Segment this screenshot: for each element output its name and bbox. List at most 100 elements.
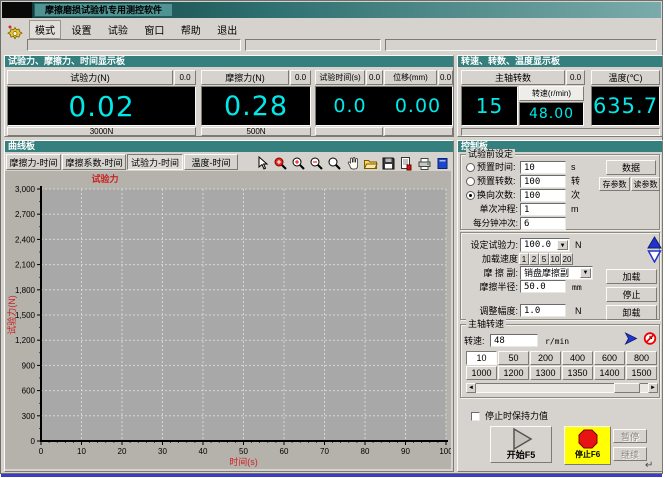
scrollbar-right-button[interactable]: ► — [648, 383, 658, 393]
svg-text:40: 40 — [199, 447, 208, 456]
stroke-input[interactable]: 1 — [520, 203, 566, 216]
load-speed-label: 加载速度 — [470, 254, 518, 265]
menu-item-exit[interactable]: 退出 — [211, 20, 243, 39]
scrollbar-thumb[interactable] — [614, 383, 640, 393]
test-time-label-button[interactable]: 试验时间(s) — [315, 70, 365, 85]
speed-preset-50[interactable]: 50 — [498, 351, 529, 365]
strokes-per-min-input[interactable]: 6 — [520, 217, 566, 230]
test-force-label-button[interactable]: 试验力(N) — [7, 70, 173, 85]
tab-friction-time[interactable]: 摩擦力-时间 — [6, 154, 61, 170]
force-up-button[interactable] — [647, 236, 662, 249]
friction-radius-label: 摩擦半径: — [461, 282, 518, 293]
zoom-in-icon[interactable] — [290, 155, 306, 171]
start-button[interactable]: 开始F5 — [490, 426, 552, 463]
test-force-zero-button[interactable]: 0.0 — [174, 70, 196, 85]
preset-revs-input[interactable]: 100 — [520, 175, 566, 188]
pan-icon[interactable] — [344, 155, 360, 171]
friction-pair-combo[interactable]: 销盘摩擦副 ▼ — [520, 266, 593, 280]
menu-item-mode[interactable]: 模式 — [29, 20, 61, 39]
test-time-footer — [315, 127, 383, 136]
titlebar-left-block — [2, 2, 32, 18]
loading-stop-button[interactable]: 停止 — [606, 287, 657, 302]
set-force-dropdown-icon[interactable]: ▼ — [557, 240, 568, 250]
friction-force-label-button[interactable]: 摩擦力(N) — [201, 70, 289, 85]
speed-preset-10[interactable]: 10 — [466, 351, 497, 365]
speed-preset-600[interactable]: 600 — [594, 351, 625, 365]
load-speed-option-20[interactable]: 20 — [561, 253, 573, 265]
spindle-revs-label-button[interactable]: 主轴转数 — [461, 70, 565, 85]
app-icon[interactable] — [5, 23, 25, 43]
zoom-out-icon[interactable] — [308, 155, 324, 171]
speed-preset-1350[interactable]: 1350 — [562, 366, 593, 380]
set-force-unit: N — [575, 240, 582, 251]
stop-f6-button[interactable]: 停止F6 — [564, 426, 611, 465]
reverse-count-radio[interactable] — [466, 191, 475, 200]
menu-item-test[interactable]: 试验 — [102, 20, 134, 39]
load-speed-option-1[interactable]: 1 — [519, 253, 529, 265]
continue-button[interactable]: 继续 — [613, 447, 647, 461]
load-speed-option-2[interactable]: 2 — [529, 253, 539, 265]
spindle-legend: 主轴转速 — [466, 319, 506, 330]
menu-item-settings[interactable]: 设置 — [65, 20, 97, 39]
menu-item-window[interactable]: 窗口 — [138, 20, 170, 39]
save-params-button[interactable]: 存参数 — [599, 177, 630, 191]
force-display-panel-header: 试验力、摩擦力、时间显示板 — [5, 56, 453, 67]
reverse-count-input[interactable]: 100 — [520, 189, 566, 202]
friction-radius-input[interactable]: 50.0 — [520, 280, 566, 293]
cursor-icon[interactable] — [254, 155, 270, 171]
load-button[interactable]: 加载 — [606, 269, 657, 284]
data-button[interactable]: 数据 — [606, 160, 656, 175]
speed-preset-1000[interactable]: 1000 — [466, 366, 497, 380]
spindle-speed-input[interactable]: 48 — [490, 334, 538, 347]
load-speed-option-5[interactable]: 5 — [539, 253, 549, 265]
tab-test-force-time[interactable]: 试验力-时间 — [127, 154, 183, 170]
hold-force-checkbox[interactable] — [471, 412, 480, 421]
speed-preset-1500[interactable]: 1500 — [626, 366, 657, 380]
stop-octagon-icon — [578, 429, 598, 450]
preset-time-radio[interactable] — [466, 163, 475, 172]
displacement-zero-button[interactable]: 0.0 — [438, 70, 453, 85]
spindle-speed-input-label: 转速: — [464, 336, 485, 347]
spindle-stop-button[interactable] — [642, 331, 658, 346]
displacement-label-button[interactable]: 位移(mm) — [384, 70, 437, 85]
spindle-revs-zero-button[interactable]: 0.0 — [566, 70, 585, 85]
speed-preset-400[interactable]: 400 — [562, 351, 593, 365]
start-button-label: 开始F5 — [507, 450, 536, 460]
speed-preset-1300[interactable]: 1300 — [530, 366, 561, 380]
spindle-speed-lcd: 48.00 — [519, 102, 584, 126]
friction-force-zero-button[interactable]: 0.0 — [290, 70, 311, 85]
test-time-zero-button[interactable]: 0.0 — [366, 70, 383, 85]
spindle-run-button[interactable] — [623, 331, 639, 346]
zoom-window-icon[interactable] — [272, 155, 288, 171]
svg-text:50: 50 — [239, 447, 248, 456]
force-down-button[interactable] — [647, 250, 662, 263]
scrollbar-left-button[interactable]: ◄ — [466, 383, 476, 393]
set-force-combo[interactable]: 100.0 ▼ — [520, 238, 570, 252]
speed-preset-1200[interactable]: 1200 — [498, 366, 529, 380]
print-icon[interactable] — [416, 155, 432, 171]
preset-revs-radio[interactable] — [466, 177, 475, 186]
svg-text:10: 10 — [77, 447, 86, 456]
friction-force-lcd: 0.28 — [201, 86, 311, 126]
tab-friction-coef-time[interactable]: 摩擦系数-时间 — [62, 154, 126, 170]
save-icon[interactable] — [380, 155, 396, 171]
zoom-reset-icon[interactable] — [326, 155, 342, 171]
speed-preset-800[interactable]: 800 — [626, 351, 657, 365]
export-icon[interactable] — [398, 155, 414, 171]
load-speed-option-10[interactable]: 10 — [549, 253, 561, 265]
read-params-button[interactable]: 读参数 — [631, 177, 660, 191]
status-field-3 — [385, 39, 657, 51]
adjust-step-input[interactable]: 1.0 — [520, 304, 566, 317]
friction-pair-dropdown-icon[interactable]: ▼ — [580, 268, 591, 278]
speed-preset-1400[interactable]: 1400 — [594, 366, 625, 380]
pause-button[interactable]: 暂停 — [613, 429, 647, 443]
preset-time-input[interactable]: 10 — [520, 161, 566, 174]
new-window-icon[interactable] — [434, 155, 450, 171]
unload-button[interactable]: 卸载 — [606, 305, 657, 320]
speed-preset-200[interactable]: 200 — [530, 351, 561, 365]
menu-item-help[interactable]: 帮助 — [175, 20, 207, 39]
tab-temperature-time[interactable]: 温度-时间 — [184, 154, 238, 170]
open-folder-icon[interactable] — [362, 155, 378, 171]
svg-text:试验力(N): 试验力(N) — [6, 295, 17, 335]
pretest-groupbox: 试验前设定 预置时间: 10 s 预置转数: 100 转 换向次数: 100 次… — [460, 154, 660, 230]
